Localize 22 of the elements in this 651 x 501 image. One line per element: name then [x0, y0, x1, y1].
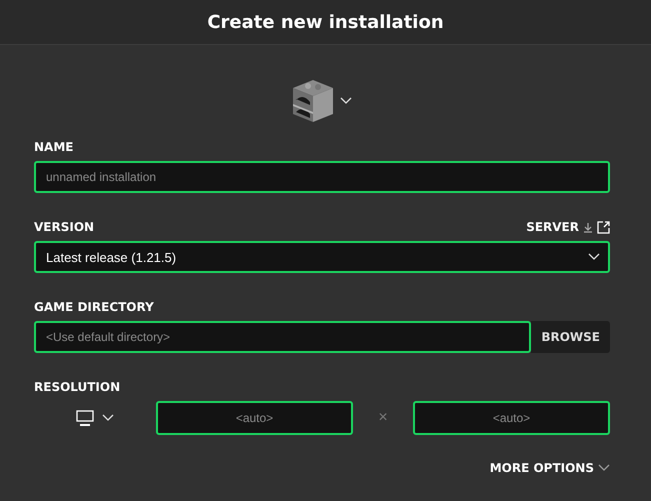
times-sign: × [377, 409, 389, 427]
caret-icon [102, 414, 114, 422]
field-label: RESOLUTION [34, 380, 120, 394]
caret-icon [340, 97, 352, 105]
caret-icon [588, 253, 600, 261]
server-link[interactable]: SERVER [526, 220, 610, 234]
width-field[interactable]: <auto> [156, 401, 353, 435]
field-label: GAME DIRECTORY [34, 300, 154, 314]
field-label: NAME [34, 140, 74, 154]
directory-field[interactable]: <Use default directory> [34, 321, 532, 353]
more-options-button[interactable]: MORE OPTIONS [490, 461, 610, 475]
window-title: Create new installation [207, 12, 444, 32]
version-dropdown[interactable]: Latest release (1.21.5) [34, 241, 610, 273]
furnace-drawing [292, 78, 334, 124]
field-label: VERSION [34, 220, 94, 234]
monitor-icon [76, 410, 94, 426]
browse-button[interactable]: BROWSE [531, 321, 610, 353]
name-field[interactable]: unnamed installation [34, 161, 610, 193]
height-field[interactable]: <auto> [413, 401, 610, 435]
caret-icon [598, 464, 610, 472]
external-link-icon [597, 220, 610, 234]
download-icon [583, 222, 593, 232]
